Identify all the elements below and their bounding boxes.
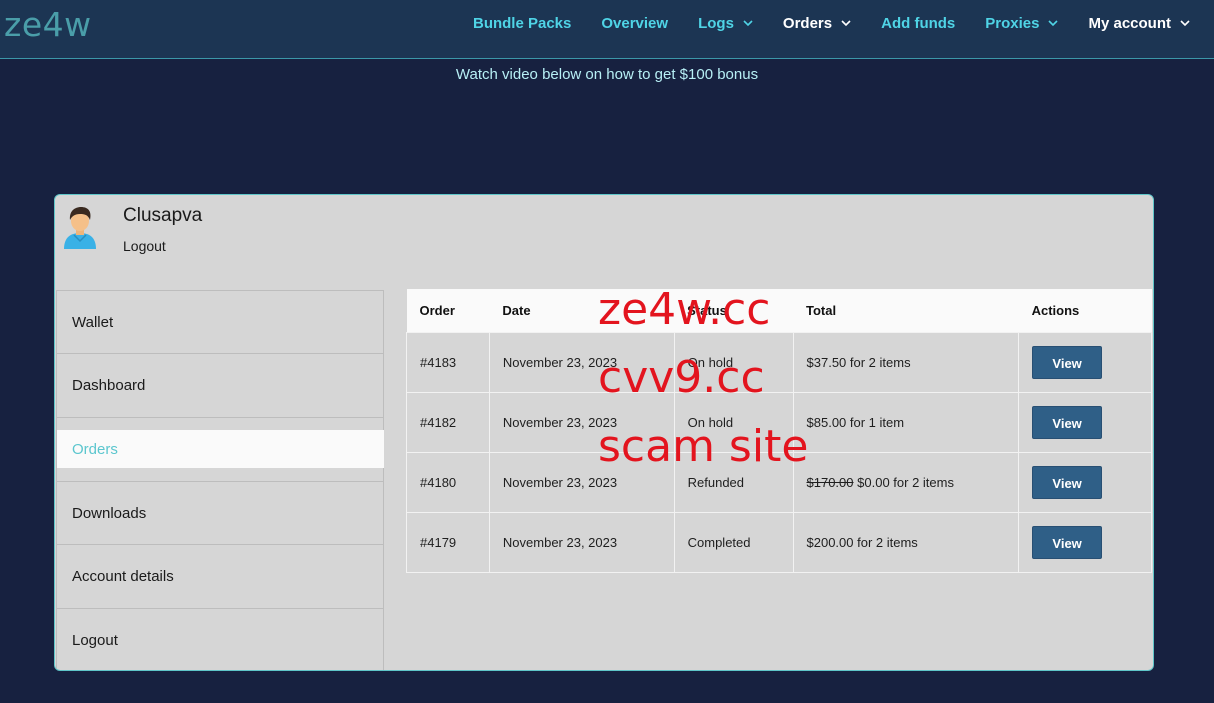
order-status: Refunded (674, 451, 794, 512)
table-row: #4179 November 23, 2023 Completed $200.0… (406, 511, 1152, 573)
account-sidebar: Wallet Dashboard Orders Downloads Accoun… (56, 290, 384, 670)
sidebar-item-dashboard[interactable]: Dashboard (57, 354, 384, 417)
order-status: On hold (674, 391, 794, 452)
order-total: $200.00 for 2 items (793, 511, 1020, 573)
order-status: Completed (674, 511, 794, 573)
user-avatar-icon (64, 207, 96, 249)
nav-label: Orders (782, 14, 833, 32)
table-row: #4182 November 23, 2023 On hold $85.00 f… (406, 391, 1152, 452)
sidebar-item-logout[interactable]: Logout (57, 609, 384, 670)
nav-label: Overview (601, 14, 669, 32)
orders-table: Order Date Status Total Actions #4183 No… (406, 289, 1152, 573)
order-number[interactable]: #4182 (406, 391, 490, 452)
column-header-total: Total (806, 302, 837, 318)
chevron-down-icon (1180, 20, 1190, 27)
account-panel: Clusapva Logout Wallet Dashboard Orders … (54, 194, 1154, 671)
sidebar-divider (57, 417, 384, 418)
table-row: #4183 November 23, 2023 On hold $37.50 f… (406, 331, 1152, 392)
nav-overview[interactable]: Overview (601, 15, 668, 32)
order-date: November 23, 2023 (489, 331, 675, 392)
order-number[interactable]: #4183 (406, 331, 490, 392)
order-date: November 23, 2023 (489, 391, 675, 452)
view-order-button[interactable]: View (1032, 405, 1103, 439)
sidebar-item-orders[interactable]: Orders (57, 430, 384, 468)
column-header-date: Date (502, 302, 531, 318)
order-total-cell: $170.00 $0.00 for 2 items (793, 451, 1020, 512)
nav-label: Logs (698, 14, 734, 32)
order-status: On hold (674, 331, 794, 392)
order-actions-cell: View (1018, 451, 1152, 512)
promo-text: Watch video below on how to get $100 bon… (455, 66, 759, 83)
column-header-actions: Actions (1031, 302, 1080, 318)
site-logo[interactable]: ze4w (4, 5, 92, 44)
chevron-down-icon (1048, 20, 1059, 27)
nav-add-funds[interactable]: Add funds (881, 15, 955, 32)
nav-label: Proxies (985, 14, 1040, 32)
nav-bundle-packs[interactable]: Bundle Packs (473, 15, 571, 32)
order-total: $37.50 for 2 items (793, 331, 1020, 392)
view-order-button[interactable]: View (1032, 465, 1103, 499)
nav-label: My account (1088, 14, 1171, 32)
table-header-row: Order Date Status Total Actions (406, 289, 1152, 332)
username: Clusapva (123, 205, 203, 226)
order-number[interactable]: #4180 (406, 451, 490, 512)
top-navbar: ze4w Bundle Packs Overview Logs Orders A… (0, 0, 1214, 59)
order-actions-cell: View (1018, 391, 1152, 452)
nav-logs[interactable]: Logs (698, 15, 753, 32)
main-nav: Bundle Packs Overview Logs Orders Add fu… (443, 0, 1190, 46)
order-date: November 23, 2023 (489, 511, 675, 573)
nav-label: Bundle Packs (472, 14, 572, 32)
column-header-order: Order (419, 302, 455, 318)
nav-proxies[interactable]: Proxies (985, 14, 1059, 32)
order-actions-cell: View (1018, 331, 1152, 392)
sidebar-item-downloads[interactable]: Downloads (57, 482, 384, 544)
order-date: November 23, 2023 (489, 451, 675, 512)
header-logout-link[interactable]: Logout (123, 238, 166, 254)
order-number[interactable]: #4179 (406, 511, 490, 573)
nav-label: Add funds (881, 14, 956, 32)
table-row: #4180 November 23, 2023 Refunded $170.00… (406, 451, 1152, 512)
order-total-original: $170.00 (806, 474, 854, 490)
nav-my-account[interactable]: My account (1088, 15, 1190, 32)
column-header-status: Status (687, 302, 727, 318)
order-total: $85.00 for 1 item (793, 391, 1020, 452)
nav-orders[interactable]: Orders (783, 15, 851, 32)
orders-table-wrapper: Order Date Status Total Actions #4183 No… (406, 289, 1153, 573)
view-order-button[interactable]: View (1032, 525, 1103, 559)
chevron-down-icon (743, 20, 753, 27)
order-actions-cell: View (1018, 511, 1152, 573)
sidebar-item-wallet[interactable]: Wallet (57, 291, 384, 353)
chevron-down-icon (841, 20, 851, 27)
order-total: $0.00 for 2 items (857, 474, 954, 490)
sidebar-item-account-details[interactable]: Account details (57, 545, 384, 608)
view-order-button[interactable]: View (1032, 345, 1103, 379)
